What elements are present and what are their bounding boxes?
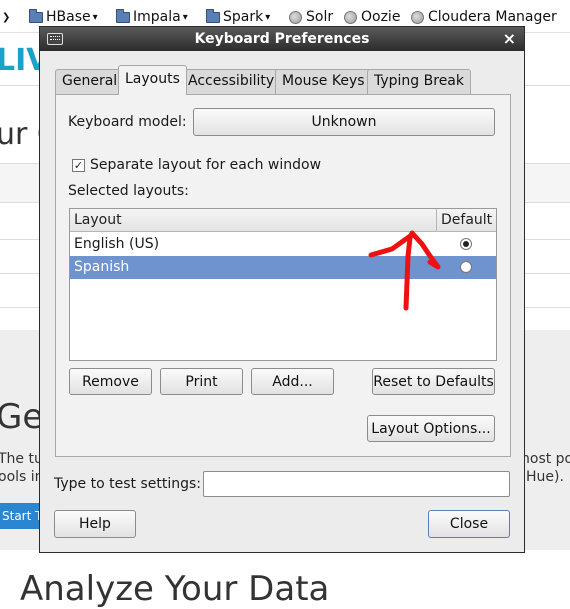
section-text: ools in	[0, 469, 44, 485]
bookmark-label: Impala	[133, 9, 181, 25]
globe-icon	[289, 10, 302, 24]
separate-layout-label: Separate layout for each window	[90, 157, 322, 173]
keyboard-model-button[interactable]: Unknown	[193, 108, 495, 136]
section-text: nost po	[521, 451, 570, 467]
layout-name: English (US)	[74, 236, 160, 252]
bookmark-label: HBase	[46, 9, 91, 25]
selected-layouts-label: Selected layouts:	[68, 183, 189, 199]
folder-icon	[206, 8, 220, 23]
bookmark-cloudera-manager[interactable]: Cloudera Manager	[411, 8, 557, 26]
separate-layout-checkbox[interactable]: ✓	[72, 159, 85, 172]
start-tour-button[interactable]: Start T	[0, 503, 42, 529]
add-layout-button[interactable]: Add...	[251, 368, 334, 395]
bookmark-folder-impala[interactable]: Impala ▾	[116, 8, 188, 26]
tab-accessibility[interactable]: Accessibility	[181, 69, 282, 94]
layout-options-button[interactable]: Layout Options...	[367, 415, 495, 442]
remove-button[interactable]: Remove	[69, 368, 152, 395]
folder-icon	[29, 8, 43, 23]
default-radio-spanish[interactable]	[460, 261, 472, 273]
layout-name: Spanish	[74, 259, 130, 275]
keyboard-preferences-dialog: Keyboard Preferences × General Layouts A…	[39, 26, 525, 553]
close-icon[interactable]: ×	[503, 29, 516, 48]
section-heading: Ge	[0, 397, 44, 437]
layouts-panel: Keyboard model: Unknown ✓ Separate layou…	[55, 94, 511, 457]
bookmark-label: Spark	[223, 9, 264, 25]
test-settings-label: Type to test settings:	[54, 476, 201, 492]
chevron-down-icon: ▾	[182, 11, 188, 23]
help-button[interactable]: Help	[54, 510, 136, 538]
dialog-title: Keyboard Preferences	[194, 31, 370, 47]
column-header-layout[interactable]: Layout	[74, 212, 122, 228]
bookmark-overflow-chevron[interactable]: ❯	[0, 8, 10, 26]
bookmark-label: Oozie	[361, 9, 401, 25]
bookmark-folder-hbase[interactable]: HBase ▾	[29, 8, 98, 26]
globe-icon	[344, 10, 357, 24]
keyboard-model-label: Keyboard model:	[68, 114, 187, 130]
section-text: Hue).	[526, 469, 564, 485]
tab-mouse-keys[interactable]: Mouse Keys	[275, 69, 372, 94]
bookmark-oozie[interactable]: Oozie	[344, 8, 400, 26]
close-button[interactable]: Close	[428, 510, 510, 538]
column-header-default[interactable]: Default	[441, 212, 492, 228]
bookmark-label: Cloudera Manager	[428, 9, 557, 25]
chevron-down-icon: ▾	[265, 11, 271, 23]
tab-typing-break[interactable]: Typing Break	[367, 69, 471, 94]
chevron-down-icon: ▾	[92, 11, 98, 23]
reset-to-defaults-button[interactable]: Reset to Defaults	[372, 368, 495, 395]
column-divider	[436, 209, 437, 232]
list-item-spanish[interactable]: Spanish	[70, 256, 496, 279]
globe-icon	[411, 10, 424, 24]
tab-layouts[interactable]: Layouts	[118, 65, 187, 95]
print-button[interactable]: Print	[160, 368, 243, 395]
list-header: Layout Default	[70, 209, 496, 232]
chevron-down-icon: ❯	[2, 11, 11, 23]
dialog-titlebar[interactable]: Keyboard Preferences ×	[40, 27, 524, 51]
folder-icon	[116, 8, 130, 23]
default-radio-english[interactable]	[460, 238, 472, 250]
bookmark-folder-spark[interactable]: Spark ▾	[206, 8, 270, 26]
tab-general[interactable]: General	[55, 69, 125, 94]
bookmark-solr[interactable]: Solr	[289, 8, 333, 26]
bookmark-label: Solr	[306, 9, 334, 25]
test-settings-input[interactable]	[203, 471, 510, 497]
section-heading: Analyze Your Data	[20, 569, 330, 609]
list-item-english-us[interactable]: English (US)	[70, 233, 496, 256]
layouts-list: Layout Default English (US) Spanish	[69, 208, 497, 361]
